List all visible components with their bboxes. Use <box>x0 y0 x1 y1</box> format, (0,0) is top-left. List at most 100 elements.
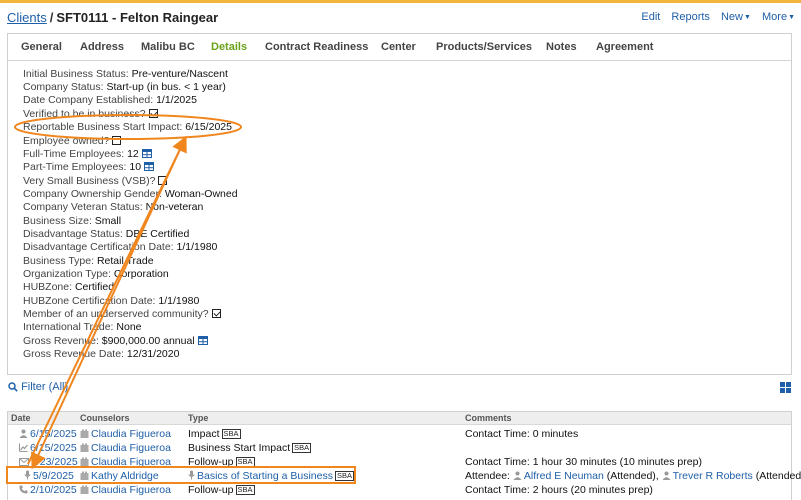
attendee-link[interactable]: Trever R Roberts <box>673 470 753 482</box>
attendee-link[interactable]: Alfred E Neuman <box>524 470 604 482</box>
field-label: Part-Time Employees: <box>23 161 127 173</box>
attendance-status: (Attended), <box>606 470 659 482</box>
table-row[interactable]: 6/15/2025 Claudia Figueroa Impact SBA Con… <box>8 427 791 441</box>
counselor-cell: Claudia Figueroa <box>80 455 171 469</box>
field-value: Small <box>94 215 122 227</box>
sba-badge: SBA <box>235 457 255 467</box>
type-cell: Follow-up SBA <box>188 455 255 469</box>
workshop-link[interactable]: Basics of Starting a Business <box>197 470 333 482</box>
new-menu-label: New <box>720 11 743 23</box>
comments-cell: Contact Time: 0 minutes <box>465 428 579 440</box>
attendance-status: (Attended) <box>755 470 801 482</box>
sba-badge: SBA <box>221 429 241 439</box>
person-icon <box>19 429 28 438</box>
type-label: Follow-up <box>188 484 234 496</box>
type-label: Business Start Impact <box>188 442 291 454</box>
column-header-comments[interactable]: Comments <box>465 413 512 423</box>
counselor-cell: Claudia Figueroa <box>80 483 171 497</box>
tab-agreement[interactable]: Agreement <box>596 41 653 53</box>
field-hubzone: HUBZone: Certified <box>23 281 114 294</box>
field-label: Initial Business Status: <box>23 68 129 80</box>
unchecked-checkbox <box>158 176 168 185</box>
building-icon <box>80 443 89 452</box>
date-link[interactable]: 5/9/2025 <box>33 470 74 482</box>
field-label: Very Small Business (VSB)? <box>23 175 156 187</box>
new-menu[interactable]: New▼ <box>721 11 751 23</box>
table-icon[interactable] <box>141 149 152 158</box>
reports-link[interactable]: Reports <box>671 11 710 23</box>
field-value: 12 <box>127 148 139 160</box>
field-employee-owned: Employee owned? <box>23 135 122 148</box>
tab-contract-readiness[interactable]: Contract Readiness <box>265 41 368 53</box>
tab-bar: General Address Malibu BC Details Contra… <box>8 34 791 61</box>
table-icon[interactable] <box>197 336 208 345</box>
table-row[interactable]: 5/9/2025 Kathy Aldridge Basics of Starti… <box>8 469 801 483</box>
date-link[interactable]: 6/15/2025 <box>30 442 77 454</box>
activity-table: Date Counselors Type Comments 6/15/2025 … <box>7 411 801 500</box>
tab-details[interactable]: Details <box>211 41 247 53</box>
field-label: Disadvantage Status: <box>23 228 123 240</box>
date-cell: 6/15/2025 <box>19 441 77 455</box>
field-value: 1/1/2025 <box>156 94 197 106</box>
counselor-link[interactable]: Claudia Figueroa <box>91 456 171 468</box>
envelope-icon <box>19 458 29 466</box>
person-icon <box>662 471 671 480</box>
column-header-counselors[interactable]: Counselors <box>80 413 130 423</box>
edit-link[interactable]: Edit <box>641 11 660 23</box>
column-header-type[interactable]: Type <box>188 413 208 423</box>
table-icon[interactable] <box>144 162 155 171</box>
breadcrumb-clients-link[interactable]: Clients <box>7 10 47 25</box>
sba-badge: SBA <box>235 485 255 495</box>
breadcrumb: Clients / SFT0111 - Felton Raingear <box>7 10 218 25</box>
field-business-start-impact: Reportable Business Start Impact: 6/15/2… <box>23 121 232 134</box>
field-label: Date Company Established: <box>23 94 154 106</box>
attendee-label: Attendee: <box>465 470 510 482</box>
field-label: Employee owned? <box>23 135 110 147</box>
more-menu[interactable]: More▼ <box>762 11 795 23</box>
counselor-link[interactable]: Claudia Figueroa <box>91 442 171 454</box>
filter-link[interactable]: Filter (All) <box>8 381 68 393</box>
type-cell: Impact SBA <box>188 427 241 441</box>
table-row[interactable]: 6/15/2025 Claudia Figueroa Business Star… <box>8 441 791 455</box>
field-hubzone-cert-date: HUBZone Certification Date: 1/1/1980 <box>23 295 199 308</box>
field-label: Full-Time Employees: <box>23 148 125 160</box>
counselor-link[interactable]: Claudia Figueroa <box>91 484 171 496</box>
date-cell: 2/10/2025 <box>19 483 77 497</box>
field-verified-in-business: Verified to be in business? <box>23 108 158 121</box>
tab-address[interactable]: Address <box>80 41 124 53</box>
tab-malibu-bc[interactable]: Malibu BC <box>141 41 195 53</box>
field-gross-revenue-date: Gross Revenue Date: 12/31/2020 <box>23 348 179 361</box>
field-value: 6/15/2025 <box>185 121 232 133</box>
field-part-time-employees: Part-Time Employees: 10 <box>23 161 155 174</box>
comments-cell: Attendee: Alfred E Neuman (Attended), Tr… <box>465 469 801 483</box>
field-value: $900,000.00 annual <box>101 335 195 347</box>
trend-icon <box>19 443 28 452</box>
field-underserved-community: Member of an underserved community? <box>23 308 221 321</box>
date-link[interactable]: 6/15/2025 <box>30 428 77 440</box>
field-value: Pre-venture/Nascent <box>131 68 228 80</box>
field-gross-revenue: Gross Revenue: $900,000.00 annual <box>23 335 208 348</box>
phone-icon <box>19 485 28 494</box>
table-row[interactable]: 5/23/2025 Claudia Figueroa Follow-up SBA … <box>8 455 791 469</box>
more-menu-label: More <box>762 11 788 23</box>
top-accent-bar <box>0 0 801 3</box>
page-header: Clients / SFT0111 - Felton Raingear Edit R… <box>7 10 795 28</box>
field-company-status: Company Status: Start-up (in bus. < 1 ye… <box>23 81 226 94</box>
date-link[interactable]: 5/23/2025 <box>31 456 78 468</box>
checked-checkbox <box>211 309 221 318</box>
column-header-date[interactable]: Date <box>11 413 31 423</box>
field-disadvantage-status: Disadvantage Status: DBE Certified <box>23 228 189 241</box>
counselor-link[interactable]: Kathy Aldridge <box>91 470 159 482</box>
tab-products-services[interactable]: Products/Services <box>436 41 532 53</box>
table-row[interactable]: 2/10/2025 Claudia Figueroa Follow-up SBA … <box>8 483 791 497</box>
details-card: General Address Malibu BC Details Contra… <box>7 33 792 375</box>
date-link[interactable]: 2/10/2025 <box>30 484 77 496</box>
tab-notes[interactable]: Notes <box>546 41 577 53</box>
tab-general[interactable]: General <box>21 41 62 53</box>
counselor-link[interactable]: Claudia Figueroa <box>91 428 171 440</box>
field-value: None <box>116 321 142 333</box>
tab-center[interactable]: Center <box>381 41 416 53</box>
field-value: DBE Certified <box>125 228 190 240</box>
field-date-established: Date Company Established: 1/1/2025 <box>23 94 197 107</box>
grid-layout-icon[interactable] <box>780 382 791 393</box>
